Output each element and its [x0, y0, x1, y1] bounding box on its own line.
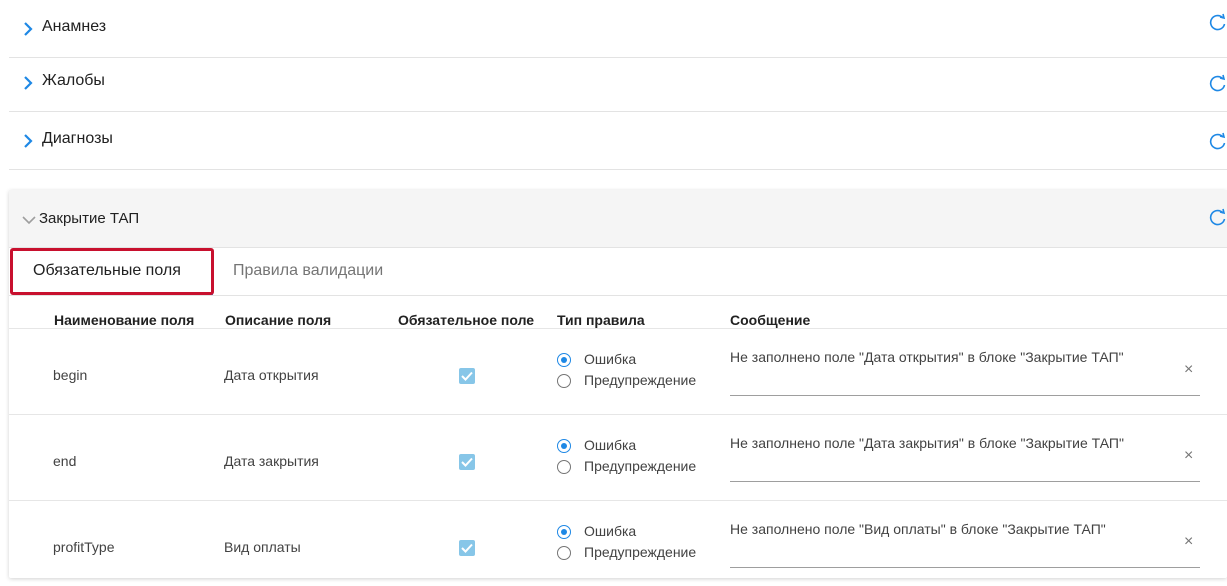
section-diagnoses[interactable]: Диагнозы	[9, 112, 1227, 170]
column-header-name: Наименование поля	[54, 312, 195, 328]
field-name: profitType	[53, 539, 115, 555]
required-checkbox[interactable]	[459, 540, 475, 556]
clear-icon[interactable]: ×	[1184, 361, 1193, 379]
rule-error-label: Ошибка	[584, 523, 637, 539]
clear-icon[interactable]: ×	[1184, 533, 1193, 551]
clear-icon[interactable]: ×	[1184, 447, 1193, 465]
message-input[interactable]: Не заполнено поле "Дата открытия" в блок…	[730, 349, 1200, 365]
chevron-down-icon	[22, 216, 36, 225]
refresh-icon[interactable]	[1209, 208, 1227, 226]
column-header-rule-type: Тип правила	[557, 312, 645, 328]
panel-header[interactable]: Закрытие ТАП	[9, 190, 1227, 248]
message-underline	[730, 395, 1200, 396]
field-description: Дата закрытия	[224, 453, 319, 469]
message-input[interactable]: Не заполнено поле "Вид оплаты" в блоке "…	[730, 521, 1200, 537]
column-header-description: Описание поля	[225, 312, 332, 328]
message-underline	[730, 567, 1200, 568]
table-row: begin Дата открытия Ошибка Предупреждени…	[9, 328, 1227, 414]
field-name: end	[53, 453, 77, 469]
table-row: profitType Вид оплаты Ошибка Предупрежде…	[9, 500, 1227, 586]
section-complaints[interactable]: Жалобы	[9, 54, 1227, 112]
rule-error-label: Ошибка	[584, 351, 637, 367]
section-title: Диагнозы	[42, 130, 113, 147]
rule-error-label: Ошибка	[584, 437, 637, 453]
rule-warning-label: Предупреждение	[584, 544, 697, 560]
required-checkbox[interactable]	[459, 368, 475, 384]
rule-warning-label: Предупреждение	[584, 372, 697, 388]
tab-highlight-frame	[10, 248, 214, 295]
section-title: Жалобы	[42, 72, 105, 89]
chevron-right-icon	[24, 134, 33, 148]
field-description: Вид оплаты	[224, 539, 301, 555]
section-anamnesis[interactable]: Анамнез	[9, 0, 1227, 58]
rule-radio-warning[interactable]	[557, 374, 571, 388]
column-header-message: Сообщение	[730, 312, 811, 328]
panel-title: Закрытие ТАП	[39, 210, 140, 227]
rule-radio-warning[interactable]	[557, 546, 571, 560]
field-name: begin	[53, 367, 88, 383]
rule-warning-label: Предупреждение	[584, 458, 697, 474]
rule-radio-warning[interactable]	[557, 460, 571, 474]
refresh-icon[interactable]	[1209, 74, 1227, 92]
check-icon	[461, 457, 473, 467]
required-checkbox[interactable]	[459, 454, 475, 470]
message-underline	[730, 481, 1200, 482]
refresh-icon[interactable]	[1209, 13, 1227, 31]
field-description: Дата открытия	[224, 367, 319, 383]
tab-validation-rules[interactable]: Правила валидации	[233, 262, 383, 280]
refresh-icon[interactable]	[1209, 132, 1227, 150]
table-row: end Дата закрытия Ошибка Предупреждение …	[9, 414, 1227, 500]
closing-panel: Закрытие ТАП Обязательные поля Правила в…	[9, 190, 1227, 578]
check-icon	[461, 371, 473, 381]
rule-radio-error[interactable]	[557, 439, 571, 453]
section-title: Анамнез	[42, 18, 107, 35]
message-input[interactable]: Не заполнено поле "Дата закрытия" в блок…	[730, 435, 1200, 451]
check-icon	[461, 543, 473, 553]
rule-radio-error[interactable]	[557, 353, 571, 367]
column-header-required: Обязательное поле	[398, 312, 535, 328]
chevron-right-icon	[24, 22, 33, 36]
rule-radio-error[interactable]	[557, 525, 571, 539]
chevron-right-icon	[24, 76, 33, 90]
